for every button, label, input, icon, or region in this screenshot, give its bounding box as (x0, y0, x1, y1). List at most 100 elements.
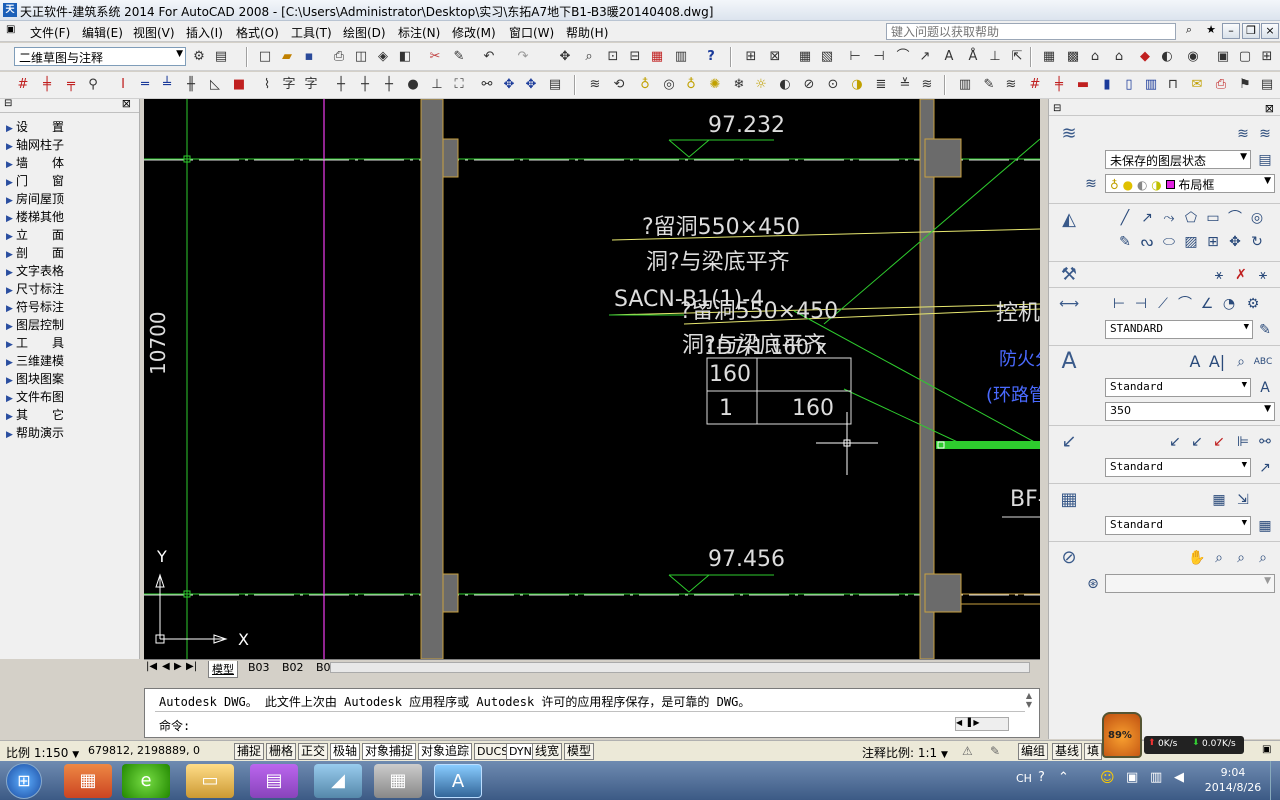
grid-red-icon[interactable]: # (1026, 76, 1044, 94)
spline-icon[interactable]: ᔓ (1137, 232, 1157, 252)
panel-close-icon[interactable]: ⊠ (1265, 102, 1274, 115)
flag-icon[interactable]: ⚑ (1236, 76, 1254, 94)
minimize-button[interactable]: – (1222, 23, 1240, 39)
paint-icon[interactable]: ◆ (1136, 48, 1154, 66)
polyline-icon[interactable]: ⤳ (1159, 208, 1179, 228)
door-icon[interactable]: ◺ (206, 76, 224, 94)
taskbar-app-explorer[interactable]: ▭ (186, 764, 234, 798)
find-text-icon[interactable]: ⌕ (1231, 352, 1251, 372)
char-edit-icon[interactable]: 字 (302, 76, 320, 94)
beam-icon[interactable]: ╪ (1050, 76, 1068, 94)
wall-icon[interactable]: Ⅰ (114, 76, 132, 94)
table-style-manager-icon[interactable]: ▦ (1255, 516, 1275, 536)
tile-icon[interactable]: ⊞ (1258, 48, 1276, 66)
print-red-icon[interactable]: ⎙ (1212, 76, 1230, 94)
input-language[interactable]: CH (1016, 772, 1032, 785)
dim-axis3-icon[interactable]: ┼ (380, 76, 398, 94)
mleader-style-manager-icon[interactable]: ↗ (1255, 458, 1275, 478)
column-icon[interactable]: ■ (230, 76, 248, 94)
tab-nav-prev-icon[interactable]: ◀ (162, 661, 170, 672)
taskbar-app-office[interactable]: ▦ (64, 764, 112, 798)
menu-window[interactable]: 窗口(W) (509, 24, 554, 41)
dim-aligned-icon[interactable]: ⟋ (1153, 294, 1173, 314)
mleader-align-icon[interactable]: ⊫ (1233, 432, 1253, 452)
block-icon[interactable]: ▦ (1040, 48, 1058, 66)
view-icon[interactable]: ⊠ (766, 48, 784, 66)
menu-insert[interactable]: 插入(I) (186, 24, 223, 41)
layer-color-icon[interactable]: ◑ (848, 76, 866, 94)
door-arch-icon[interactable]: ⊓ (1164, 76, 1182, 94)
preview-icon[interactable]: ◫ (352, 48, 370, 66)
tab-nav-last-icon[interactable]: ▶| (186, 661, 197, 672)
menu-modify[interactable]: 修改(M) (452, 24, 496, 41)
help-tray-icon[interactable]: ? (1038, 770, 1045, 785)
elevation-icon[interactable]: ⊥ (428, 76, 446, 94)
layer-iso-icon[interactable]: ◎ (660, 76, 678, 94)
erase-icon[interactable]: ✗ (1231, 265, 1251, 285)
layer-unlock-icon[interactable]: ⊙ (824, 76, 842, 94)
layer-match-icon[interactable]: ≋ (1081, 174, 1101, 194)
house-icon[interactable]: ⌂ (1110, 48, 1128, 66)
dim-style-select[interactable]: STANDARD ▼ (1105, 320, 1253, 339)
arc-icon[interactable]: ⌒ (1225, 208, 1245, 228)
panel-minimize-icon[interactable]: ⊟ (1053, 103, 1061, 114)
menu-edit[interactable]: 编辑(E) (82, 24, 123, 41)
table-icon[interactable]: ▦ (796, 48, 814, 66)
taskbar-app-autocad[interactable]: A (434, 764, 482, 798)
open-icon[interactable]: ▰ (278, 48, 296, 66)
palette-item-stairs[interactable]: ▶ 楼梯其他 (6, 208, 64, 225)
eye-icon[interactable]: ◉ (1184, 48, 1202, 66)
spell-check-icon[interactable]: ABC (1253, 352, 1273, 372)
auto-scale-icon[interactable]: ✎ (990, 744, 1000, 758)
layer-state-select[interactable]: 未保存的图层状态 ▼ (1105, 150, 1251, 169)
close-button[interactable]: × (1261, 23, 1279, 39)
dim-angle-icon[interactable]: ∠ (1197, 294, 1217, 314)
circle-icon[interactable]: ◎ (1247, 208, 1267, 228)
table-style-select[interactable]: Standard ▼ (1105, 516, 1251, 535)
taskbar-app-browser[interactable]: e (122, 764, 170, 798)
toggle-model[interactable]: 模型 (564, 743, 595, 760)
mleader-icon[interactable]: ↙ (1165, 432, 1185, 452)
toggle-grid[interactable]: 栅格 (266, 743, 297, 760)
layer-state-manager-icon[interactable]: ▤ (1255, 150, 1275, 170)
mleader-collect-icon[interactable]: ⚯ (1255, 432, 1275, 452)
window-insert-icon[interactable]: ╫ (182, 76, 200, 94)
palette-item-help[interactable]: ▶ 帮助演示 (6, 424, 64, 441)
annotation-scale[interactable]: 注释比例: 1:1 ▼ (862, 744, 948, 761)
layer-manager-icon[interactable]: ≋ (1255, 124, 1275, 144)
mleader-remove-icon[interactable]: ↙ (1209, 432, 1229, 452)
network-tray-icon[interactable]: ▥ (1150, 770, 1162, 785)
mleader-add-icon[interactable]: ↙ (1187, 432, 1207, 452)
tab-b02[interactable]: B02 (282, 661, 304, 674)
pillar-icon[interactable]: ▮ (1098, 76, 1116, 94)
star-icon[interactable]: ★ (1202, 23, 1220, 39)
palette-item-axis[interactable]: ▶ 轴网柱子 (6, 136, 64, 153)
palette-item-symbol[interactable]: ▶ 符号标注 (6, 298, 64, 315)
menu-view[interactable]: 视图(V) (133, 24, 175, 41)
menu-dimension[interactable]: 标注(N) (398, 24, 440, 41)
wall-base-icon[interactable]: ╧ (158, 76, 176, 94)
insert-icon[interactable]: ⇱ (1008, 48, 1026, 66)
panel-icon[interactable]: ▥ (1142, 76, 1160, 94)
palette-item-section[interactable]: ▶ 剖 面 (6, 244, 64, 261)
palette-item-dimension[interactable]: ▶ 尺寸标注 (6, 280, 64, 297)
hatch-icon[interactable]: ▩ (1064, 48, 1082, 66)
dim-radius-icon[interactable]: ◔ (1219, 294, 1239, 314)
scale-indicator[interactable]: 比例 1:150 ▼ (6, 744, 79, 761)
plot-icon[interactable]: ◧ (396, 48, 414, 66)
zoom-icon[interactable]: ⌕ (580, 48, 598, 66)
pan-icon[interactable]: ✋ (1187, 548, 1207, 568)
grid-icon[interactable]: ⊞ (742, 48, 760, 66)
dim-icon[interactable]: ⊥ (986, 48, 1004, 66)
join-icon[interactable]: ⚯ (478, 76, 496, 94)
command-prompt[interactable]: 命令: (159, 717, 190, 734)
win-icon[interactable]: ▥ (956, 76, 974, 94)
join-icon[interactable]: ⚹ (1209, 265, 1229, 285)
layout-icon[interactable]: ▧ (818, 48, 836, 66)
edit-icon[interactable]: ✎ (980, 76, 998, 94)
layer-delete-icon[interactable]: ≋ (918, 76, 936, 94)
zoom-prev-icon[interactable]: ⊟ (626, 48, 644, 66)
render-icon[interactable]: ◐ (1158, 48, 1176, 66)
coordinates[interactable]: 679812, 2198889, 0 (88, 744, 200, 757)
toggle-dyn[interactable]: DYN (506, 743, 535, 760)
